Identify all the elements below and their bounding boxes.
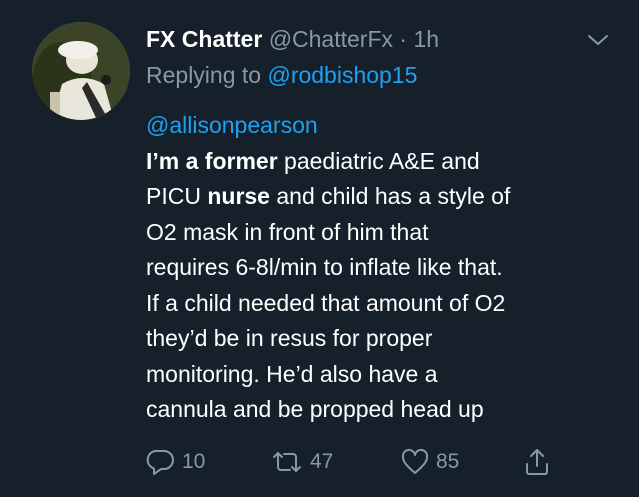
tweet-text-segment: PICU (146, 183, 208, 209)
tweet-text-segment: O2 mask in front of him that (146, 218, 429, 245)
tweet-text-line: I’m a former paediatric A&E and (146, 144, 626, 180)
tweet-mention-line: @allisonpearson (146, 108, 626, 144)
replying-to-label: Replying to (146, 62, 268, 88)
share-button[interactable] (522, 444, 552, 480)
mention-link[interactable]: @allisonpearson (146, 112, 318, 138)
reply-button[interactable]: 10 (146, 444, 205, 480)
user-handle[interactable]: @ChatterFx (269, 26, 393, 52)
like-button[interactable]: 85 (400, 444, 459, 480)
tweet-text-line: requires 6-8l/min to inflate like that. (146, 250, 626, 286)
tweet-text-segment: paediatric A&E and (277, 147, 480, 174)
tweet-text-lines: I’m a former paediatric A&E and PICU nurs… (146, 144, 626, 428)
tweet-text-segment: cannula and be propped head up (146, 396, 484, 422)
tweet-actions: 10 47 85 (146, 444, 586, 480)
tweet-timestamp[interactable]: 1h (413, 26, 439, 52)
tweet-text-line: PICU nurse and child has a style of (146, 179, 626, 215)
tweet-text-line: If a child needed that amount of O2 (146, 286, 626, 322)
tweet-text-segment: I’m a former (146, 147, 278, 174)
tweet-header: FX Chatter @ChatterFx · 1h (146, 26, 439, 56)
tweet-text-line: they’d be in resus for proper (146, 321, 626, 357)
replying-to-line: Replying to @rodbishop15 (146, 62, 417, 89)
tweet-text-segment: they’d be in resus for proper (146, 325, 433, 351)
avatar-image (32, 22, 130, 120)
tweet-text-line: monitoring. He’d also have a (146, 357, 626, 393)
avatar[interactable] (32, 22, 130, 120)
like-count: 85 (436, 450, 460, 473)
tweet-text-segment: and child has a style of (269, 183, 511, 209)
tweet-text-line: O2 mask in front of him that (146, 215, 626, 251)
reply-count: 10 (182, 450, 206, 473)
tweet-body: @allisonpearson I’m a former paediatric … (146, 108, 626, 428)
chevron-down-icon[interactable] (586, 30, 610, 50)
display-name[interactable]: FX Chatter (146, 26, 262, 52)
tweet-text-segment: monitoring. He’d also have a (146, 360, 438, 387)
separator-dot: · (399, 26, 408, 52)
retweet-count: 47 (310, 450, 334, 473)
replying-to-mention[interactable]: @rodbishop15 (267, 62, 417, 88)
retweet-button[interactable]: 47 (270, 444, 333, 480)
heart-icon (401, 448, 429, 474)
tweet-text-segment: requires 6-8l/min to inflate like that. (146, 254, 503, 280)
tweet-text-line: cannula and be propped head up (146, 392, 626, 428)
tweet-text-segment: If a child needed that amount of O2 (146, 289, 506, 316)
reply-icon (146, 449, 174, 475)
tweet-text-segment: nurse (207, 183, 270, 209)
retweet-icon (273, 452, 301, 472)
share-icon (526, 449, 548, 475)
